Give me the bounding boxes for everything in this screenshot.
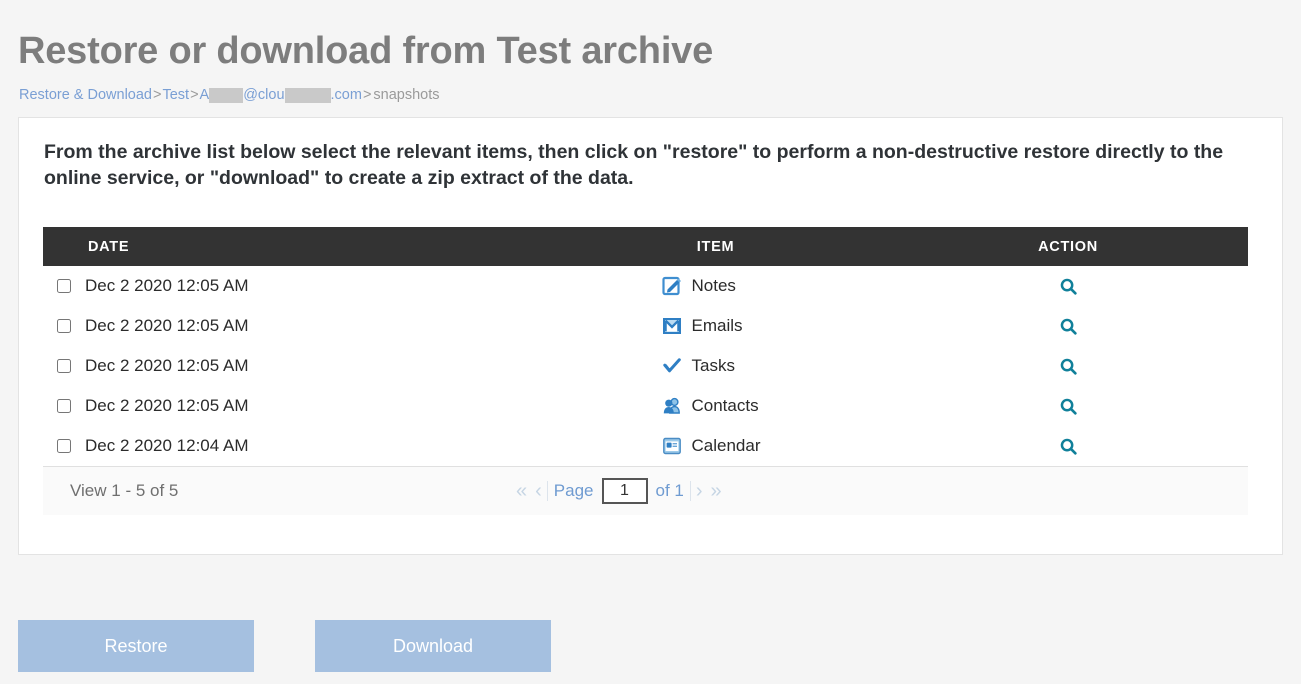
search-icon[interactable] (1059, 277, 1078, 296)
page-label: Page (546, 481, 600, 501)
first-page-button[interactable]: « (513, 481, 530, 501)
row-item-label: Calendar (691, 436, 761, 455)
row-item-label: Emails (691, 316, 743, 335)
cell-action (888, 357, 1248, 376)
restore-download-page: Restore or download from Test archive Re… (0, 0, 1301, 684)
search-icon[interactable] (1059, 437, 1078, 456)
row-select-checkbox[interactable] (57, 359, 71, 373)
cell-date: Dec 2 2020 12:04 AM (43, 436, 543, 456)
calendar-icon (662, 436, 682, 456)
instructions-text: From the archive list below select the r… (44, 141, 1224, 190)
column-header-date: DATE (88, 238, 130, 255)
archive-card: From the archive list below select the r… (18, 117, 1283, 555)
breadcrumb-separator: > (153, 87, 162, 103)
cell-item: Notes (543, 276, 888, 296)
total-pages-label: of 1 (650, 481, 691, 501)
page-title: Restore or download from Test archive (18, 30, 714, 72)
table-footer: View 1 - 5 of 5 « ‹ Page of 1 › » (43, 466, 1248, 515)
column-header-item: ITEM (696, 238, 735, 255)
table-header-row: DATE ITEM ACTION (43, 227, 1248, 266)
pagination: « ‹ Page of 1 › » (513, 478, 725, 504)
row-date-label: Dec 2 2020 12:05 AM (85, 316, 249, 335)
row-date-label: Dec 2 2020 12:05 AM (85, 276, 249, 295)
search-icon[interactable] (1059, 397, 1078, 416)
row-select-checkbox[interactable] (57, 279, 71, 293)
cell-date: Dec 2 2020 12:05 AM (43, 316, 543, 336)
cell-item: Contacts (543, 396, 888, 416)
row-item-label: Contacts (691, 396, 759, 415)
redaction-box-username (209, 87, 244, 103)
notes-icon (661, 276, 682, 296)
cell-item: Emails (543, 316, 888, 336)
table-row: Dec 2 2020 12:05 AM Tasks (43, 346, 1248, 386)
breadcrumb-link-archive[interactable]: Test (162, 87, 189, 103)
view-count-label: View 1 - 5 of 5 (70, 481, 179, 500)
cell-item: Tasks (543, 356, 888, 376)
next-page-button[interactable]: › (693, 481, 706, 501)
table-row: Dec 2 2020 12:05 AM Contacts (43, 386, 1248, 426)
cell-date: Dec 2 2020 12:05 AM (43, 276, 543, 296)
restore-button[interactable]: Restore (18, 620, 254, 672)
breadcrumb-link-root[interactable]: Restore & Download (19, 87, 152, 103)
breadcrumb-email-suffix[interactable]: .com (331, 87, 362, 103)
action-buttons: Restore Download (18, 620, 551, 672)
cell-action (888, 437, 1248, 456)
download-button[interactable]: Download (315, 620, 551, 672)
cell-date: Dec 2 2020 12:05 AM (43, 396, 543, 416)
cell-action (888, 317, 1248, 336)
column-header-action: ACTION (1038, 238, 1098, 255)
row-item-label: Tasks (691, 356, 735, 375)
row-date-label: Dec 2 2020 12:04 AM (85, 436, 249, 455)
last-page-button[interactable]: » (708, 481, 725, 501)
table-row: Dec 2 2020 12:05 AM Emails (43, 306, 1248, 346)
row-date-label: Dec 2 2020 12:05 AM (85, 356, 249, 375)
breadcrumb-separator: > (190, 87, 199, 103)
emails-icon (662, 316, 682, 336)
page-number-input[interactable] (601, 478, 648, 504)
row-date-label: Dec 2 2020 12:05 AM (85, 396, 249, 415)
search-icon[interactable] (1059, 357, 1078, 376)
row-select-checkbox[interactable] (57, 399, 71, 413)
breadcrumb-email-mid[interactable]: @clou (243, 87, 284, 103)
cell-date: Dec 2 2020 12:05 AM (43, 356, 543, 376)
cell-action (888, 277, 1248, 296)
row-select-checkbox[interactable] (57, 439, 71, 453)
cell-action (888, 397, 1248, 416)
search-icon[interactable] (1059, 317, 1078, 336)
archive-table: DATE ITEM ACTION Dec 2 2020 12:05 AM Not… (43, 227, 1248, 515)
breadcrumb-leaf: snapshots (373, 87, 440, 103)
table-row: Dec 2 2020 12:05 AM Notes (43, 266, 1248, 306)
breadcrumb-email-prefix[interactable]: A (200, 87, 210, 103)
row-select-checkbox[interactable] (57, 319, 71, 333)
breadcrumb-separator: > (362, 87, 372, 103)
row-item-label: Notes (691, 276, 736, 295)
breadcrumb: Restore & Download > Test > A @clou .com… (19, 87, 441, 103)
cell-item: Calendar (543, 436, 888, 456)
table-row: Dec 2 2020 12:04 AM Calendar (43, 426, 1248, 466)
tasks-icon (662, 356, 682, 376)
contacts-icon (662, 396, 682, 416)
prev-page-button[interactable]: ‹ (532, 481, 545, 501)
redaction-box-domain (284, 87, 331, 103)
